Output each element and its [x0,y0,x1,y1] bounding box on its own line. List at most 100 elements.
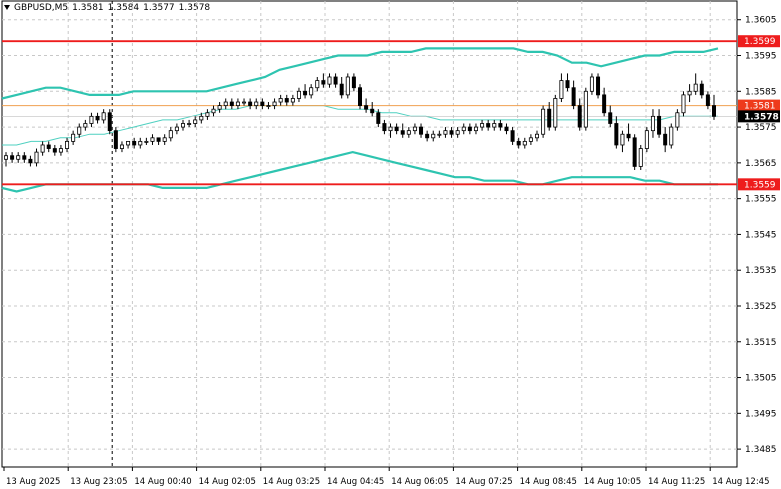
candle-body [449,130,454,135]
candle [528,134,533,145]
candle-body [419,126,424,135]
candle [71,130,76,145]
candle [290,94,295,106]
candle [535,130,540,142]
candle-body [443,130,448,135]
candle-body [467,126,472,132]
candle-body [614,123,619,146]
candle [455,127,460,138]
candle-body [229,101,234,107]
candle [126,140,131,149]
candle-body [602,94,607,114]
candle [681,91,686,117]
x-tick-label: 14 Aug 12:45 [712,477,769,487]
candle [303,84,308,99]
candle-body [193,119,198,124]
candle [28,155,33,167]
candle-body [34,151,39,164]
candle-body [278,98,283,103]
candle [339,76,344,99]
candle-body [40,144,45,153]
candle [333,73,338,88]
candle [425,130,430,142]
candle-body [89,115,94,124]
candle [547,102,552,131]
candle-body [101,112,106,121]
candle-body [626,133,631,139]
candle-body [547,108,552,128]
candle [419,123,424,138]
candle [669,123,674,149]
y-tick-label: 1.3505 [745,374,777,384]
candle-body [290,98,295,103]
candle [168,127,173,142]
candle-body [205,112,210,117]
candle [412,123,417,135]
candle-body [162,137,167,142]
candle-body [95,115,100,121]
candle-body [46,144,51,149]
candle-body [211,108,216,114]
candle-body [431,133,436,139]
y-tick-label: 1.3595 [745,52,777,62]
current-price-label: 1.3578 [738,110,780,123]
candle [187,119,192,128]
x-tick-label: 14 Aug 11:25 [648,477,705,487]
candle-body [345,76,350,96]
candle-body [52,148,57,153]
candle-body [681,94,686,114]
level-price-label: 1.3599 [738,35,780,48]
candle [431,130,436,142]
candle [644,127,649,153]
y-tick-label: 1.3605 [745,16,777,26]
candle [657,109,662,138]
candle [345,73,350,99]
candle [589,73,594,95]
candle [260,98,265,110]
y-tick-label: 1.3565 [745,159,777,169]
candle [712,94,717,120]
candle [461,123,466,135]
candle [52,144,57,156]
candle [217,102,222,113]
candle [101,109,106,124]
candle [437,130,442,138]
candle-body [260,101,265,107]
candle-body [28,158,33,164]
candle-body [510,130,515,142]
candle [480,119,485,131]
candle-body [333,76,338,85]
candle [492,119,497,131]
candle [467,123,472,135]
candle [504,123,509,135]
candle [638,144,643,171]
candle [626,123,631,142]
candle [541,105,546,138]
bollinger-lower-band-line [1,150,718,193]
candle [77,123,82,138]
price-chart[interactable]: 1.3605 1.3595 1.3585 1.3575 1.3565 1.3555 1.35… [0,0,781,489]
candle-body [461,126,466,132]
candle [394,123,399,135]
candle-body [309,87,314,96]
y-tick-label: 1.3535 [745,266,777,276]
candle [278,94,283,106]
candle [58,144,63,156]
x-tick-label: 13 Aug 2025 [6,477,60,487]
candle-body [705,94,710,107]
candle [632,134,637,171]
candle-body [425,133,430,139]
candle-body [571,87,576,107]
level-price-label: 1.3559 [738,178,780,191]
candle-body [107,112,112,132]
candles [4,73,717,171]
candle-body [364,105,369,110]
candle-body [327,76,332,85]
candle [205,109,210,120]
candle-body [296,90,301,99]
candle-body [382,123,387,132]
candle [400,123,405,138]
candle-body [4,155,9,160]
candle [687,84,692,103]
candle-body [644,130,649,149]
